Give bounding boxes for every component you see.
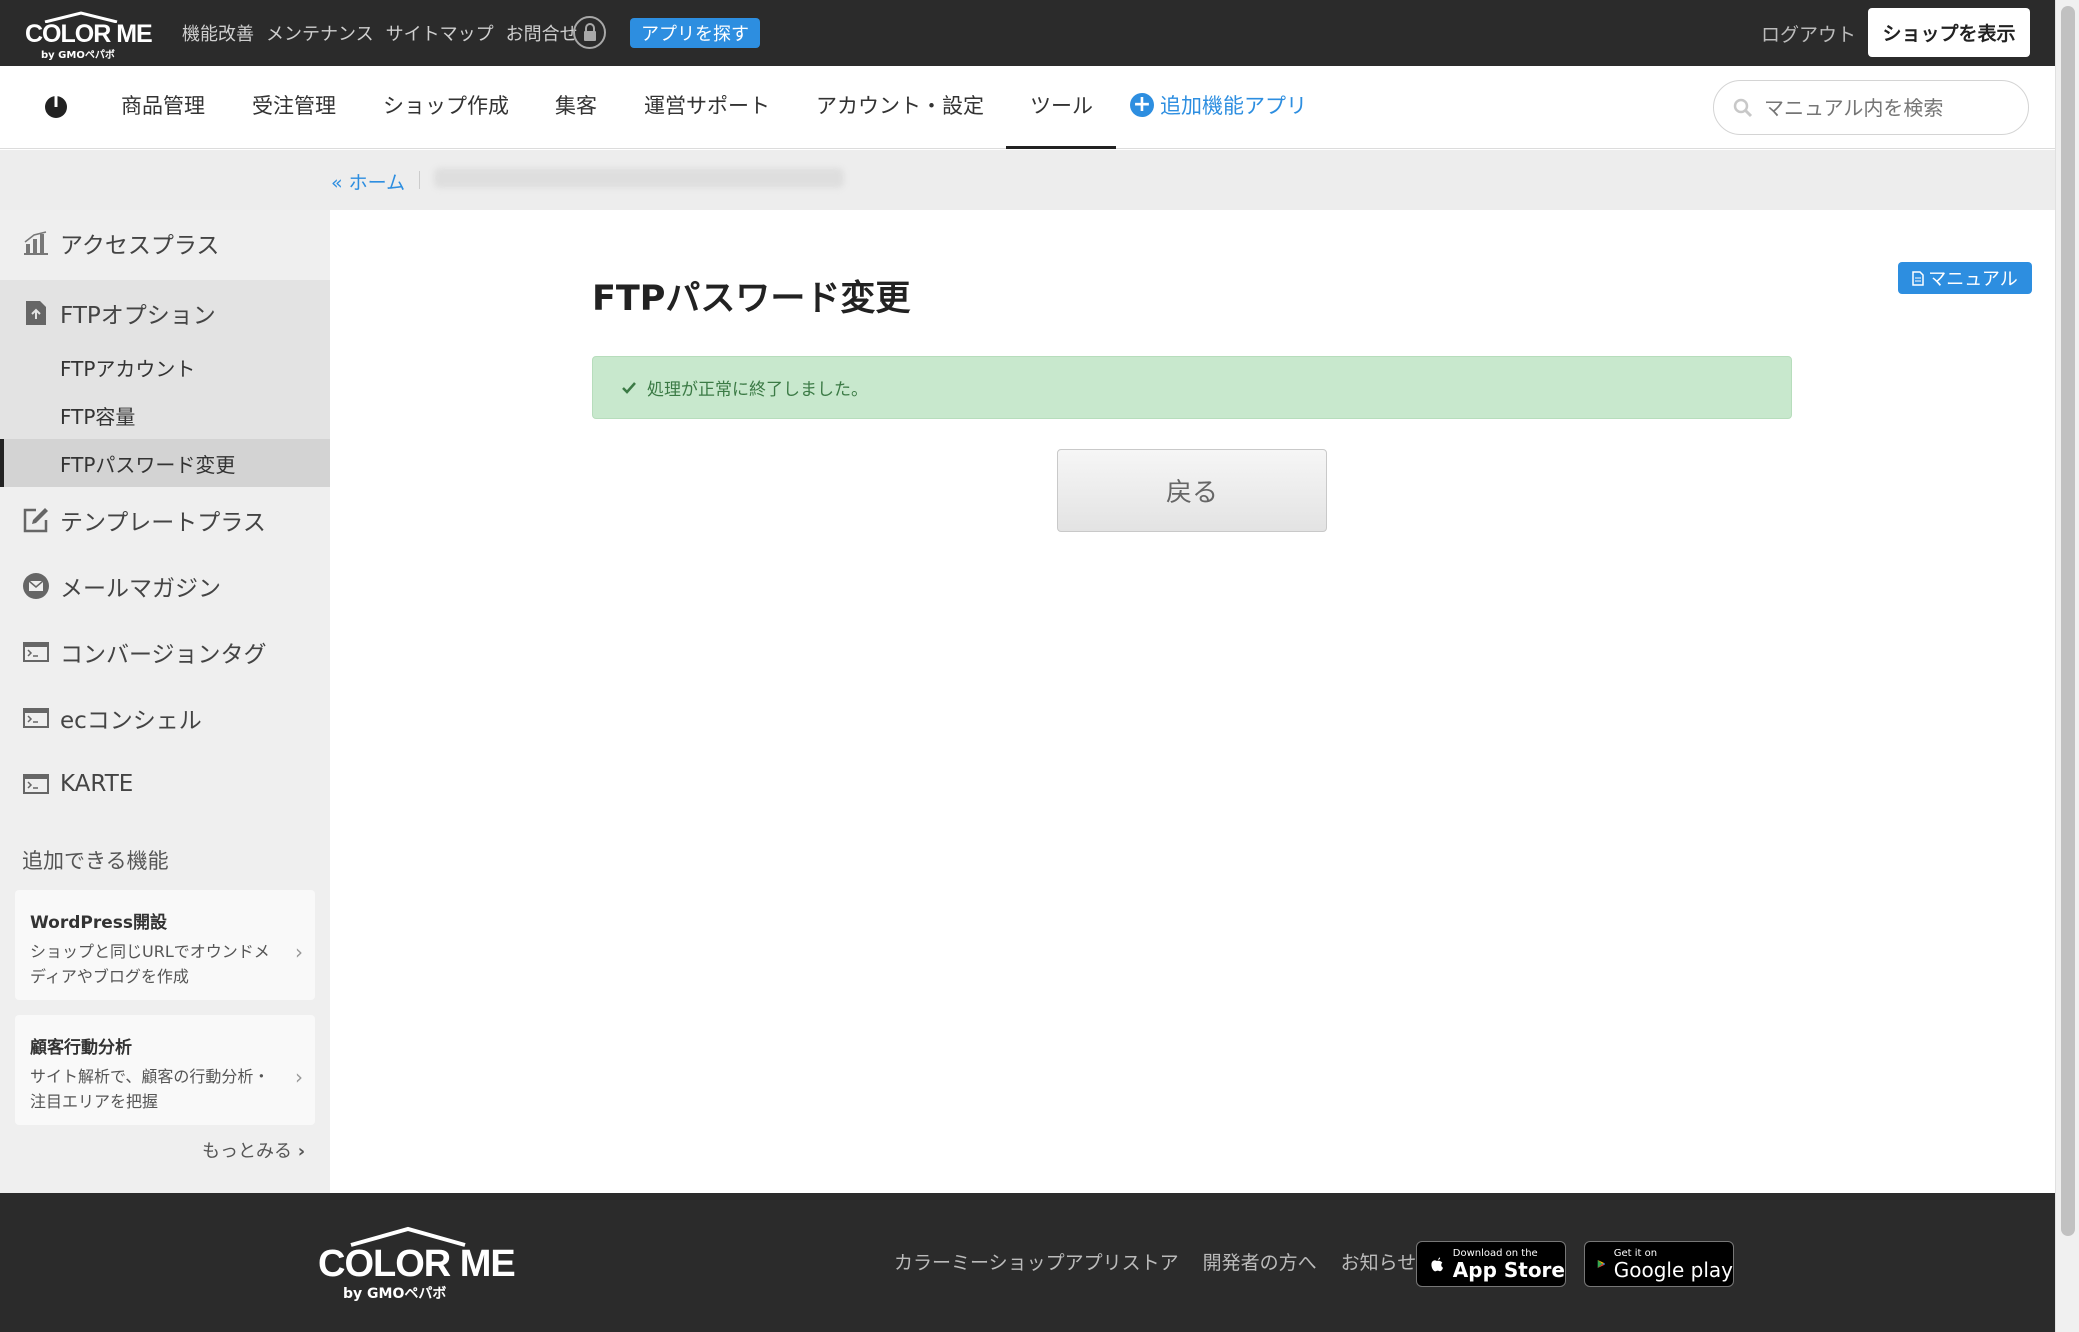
footer-logo-text: COLOR ME (318, 1243, 516, 1285)
sidebar-item-mail-magazine[interactable]: メールマガジン (0, 553, 330, 619)
sidebar-sub-ftp-account[interactable]: FTPアカウント (0, 343, 330, 391)
sidebar-item-label: KARTE (60, 771, 134, 797)
breadcrumb: « ホーム (0, 150, 2055, 210)
colorme-logo[interactable]: COLOR ME by GMOペパボ (25, 8, 153, 61)
page-title: FTPパスワード変更 (592, 279, 911, 319)
top-links: 機能改善 メンテナンス サイトマップ お問合せ (182, 20, 578, 46)
search-input[interactable] (1764, 95, 2004, 120)
promo-title: WordPress開設 (30, 913, 167, 933)
manual-search[interactable] (1713, 80, 2029, 135)
sidebar-item-ec-concier[interactable]: ecコンシェル (0, 685, 330, 751)
top-link-improvement[interactable]: 機能改善 (182, 20, 254, 46)
footer-link-developers[interactable]: 開発者の方へ (1203, 1248, 1317, 1275)
nav-active-indicator (1006, 146, 1116, 149)
sidebar-sub-ftp-password[interactable]: FTPパスワード変更 (0, 439, 330, 487)
sidebar-item-access-plus[interactable]: アクセスプラス (0, 210, 330, 276)
more-link[interactable]: もっとみる › (202, 1137, 305, 1163)
app-store-small: Download on the (1452, 1247, 1538, 1259)
promo-wordpress[interactable]: WordPress開設 ショップと同じURLでオウンドメディアやブログを作成 › (15, 890, 315, 1000)
alert-message: 処理が正常に終了しました。 (647, 380, 868, 400)
breadcrumb-redacted (434, 168, 844, 188)
sidebar-item-conversion-tag[interactable]: コンバージョンタグ (0, 619, 330, 685)
chevron-right-icon: › (295, 940, 303, 964)
logo-sub-text: by GMOペパボ (41, 50, 115, 61)
footer-logo-sub: by GMOペパボ (343, 1286, 447, 1302)
mail-icon (22, 572, 50, 600)
breadcrumb-separator (419, 171, 420, 189)
terminal-icon (22, 638, 50, 666)
google-play-badge[interactable]: Get it on Google play (1584, 1241, 1734, 1287)
sidebar-item-label: ecコンシェル (60, 708, 202, 734)
nav-item-marketing[interactable]: 集客 (555, 90, 597, 120)
main-nav: 商品管理 受注管理 ショップ作成 集客 運営サポート アカウント・設定 ツール … (0, 66, 2055, 149)
nav-addon-label: 追加機能アプリ (1160, 94, 1307, 118)
back-button[interactable]: 戻る (1057, 449, 1327, 532)
scrollbar-thumb[interactable] (2061, 6, 2075, 1236)
nav-item-shop-build[interactable]: ショップ作成 (383, 90, 509, 120)
promo-title: 顧客行動分析 (30, 1038, 132, 1058)
terminal-icon (22, 770, 50, 798)
app-store-big: App Store (1452, 1257, 1565, 1282)
chevron-right-icon: › (297, 1141, 306, 1162)
show-shop-button[interactable]: ショップを表示 (1868, 8, 2030, 57)
bar-chart-icon (22, 229, 50, 257)
plus-circle-icon: + (1130, 93, 1154, 117)
vertical-scrollbar[interactable] (2055, 0, 2079, 1332)
home-icon[interactable] (42, 93, 70, 121)
google-play-small: Get it on (1613, 1247, 1658, 1259)
sidebar: アクセスプラス FTPオプション FTPアカウント FTP容量 FTPパスワード… (0, 210, 330, 1193)
top-link-sitemap[interactable]: サイトマップ (386, 20, 494, 46)
nav-item-tools[interactable]: ツール (1030, 90, 1093, 120)
check-icon (622, 381, 636, 394)
manual-button[interactable]: マニュアル (1898, 262, 2032, 294)
nav-item-orders[interactable]: 受注管理 (252, 90, 336, 120)
logo-text: COLOR ME (25, 20, 153, 48)
top-link-contact[interactable]: お問合せ (506, 20, 578, 46)
footer: COLOR ME by GMOペパボ カラーミーショップアプリストア 開発者の方… (0, 1193, 2055, 1332)
footer-link-app-store[interactable]: カラーミーショップアプリストア (894, 1248, 1179, 1275)
sidebar-item-label: コンバージョンタグ (60, 642, 267, 668)
document-icon (1912, 270, 1925, 286)
logout-link[interactable]: ログアウト (1761, 20, 1856, 47)
sidebar-item-template-plus[interactable]: テンプレートプラス (0, 487, 330, 553)
sidebar-item-label: テンプレートプラス (60, 510, 266, 536)
nav-addon-apps[interactable]: + 追加機能アプリ (1130, 90, 1307, 120)
more-label: もっとみる (202, 1141, 292, 1162)
top-bar: COLOR ME by GMOペパボ 機能改善 メンテナンス サイトマップ お問… (0, 0, 2055, 66)
promo-customer-analytics[interactable]: 顧客行動分析 サイト解析で、顧客の行動分析・注目エリアを把握 › (15, 1015, 315, 1125)
app-store-badge[interactable]: Download on the App Store (1416, 1241, 1566, 1287)
promo-desc: サイト解析で、顧客の行動分析・注目エリアを把握 (30, 1067, 270, 1111)
chevron-right-icon: › (295, 1065, 303, 1089)
sidebar-sub-ftp-capacity[interactable]: FTP容量 (0, 391, 330, 439)
sidebar-item-karte[interactable]: KARTE (0, 751, 330, 817)
promo-desc: ショップと同じURLでオウンドメディアやブログを作成 (30, 942, 270, 986)
google-play-icon (1597, 1259, 1606, 1269)
search-icon (1733, 98, 1753, 117)
sidebar-item-label: メールマガジン (60, 576, 221, 602)
top-link-maintenance[interactable]: メンテナンス (266, 20, 374, 46)
apple-icon (1431, 1257, 1443, 1272)
find-apps-button[interactable]: アプリを探す (630, 18, 760, 48)
edit-icon (22, 506, 50, 534)
sidebar-item-label: アクセスプラス (60, 233, 220, 259)
addable-features-title: 追加できる機能 (22, 849, 169, 873)
footer-logo[interactable]: COLOR ME by GMOペパボ (318, 1221, 516, 1302)
success-alert: 処理が正常に終了しました。 (592, 356, 1792, 419)
sidebar-item-ftp-option[interactable]: FTPオプション (0, 280, 330, 346)
manual-label: マニュアル (1928, 269, 2018, 290)
nav-item-products[interactable]: 商品管理 (121, 90, 205, 120)
main-content: FTPパスワード変更 マニュアル 処理が正常に終了しました。 戻る (330, 210, 2055, 1193)
google-play-big: Google play (1613, 1257, 1733, 1282)
sidebar-item-label: FTPオプション (60, 303, 216, 329)
footer-links: カラーミーショップアプリストア 開発者の方へ お知らせ (894, 1248, 1416, 1275)
breadcrumb-home[interactable]: « ホーム (331, 168, 405, 195)
upload-file-icon (22, 299, 50, 327)
nav-item-account[interactable]: アカウント・設定 (816, 90, 984, 120)
footer-link-news[interactable]: お知らせ (1341, 1248, 1417, 1275)
terminal-icon (22, 704, 50, 732)
lock-icon[interactable] (573, 16, 606, 49)
nav-item-support[interactable]: 運営サポート (644, 90, 770, 120)
